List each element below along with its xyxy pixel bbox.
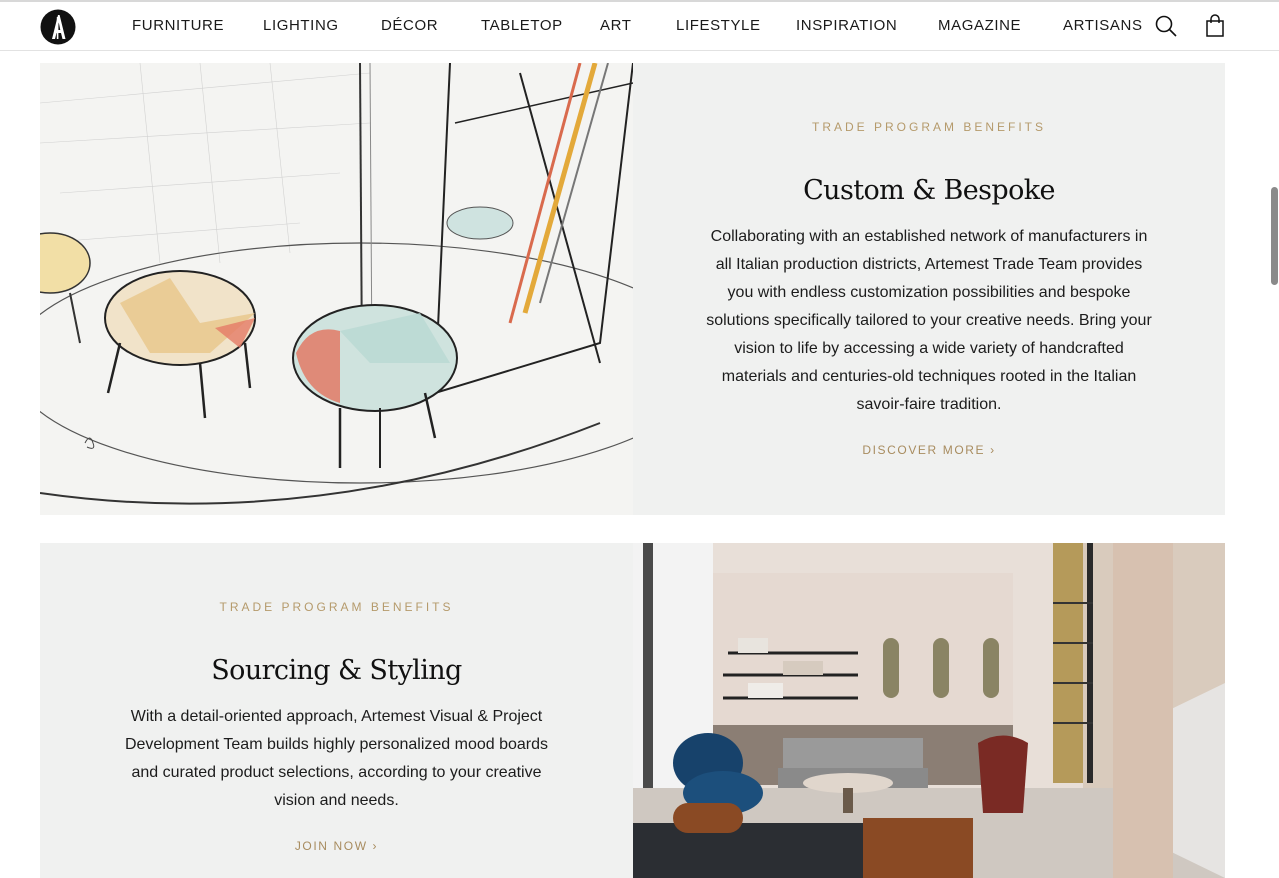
sketch-illustration [40,63,633,515]
shopping-bag-icon[interactable] [1204,14,1228,38]
nav-lighting[interactable]: LIGHTING [263,17,339,34]
nav-art[interactable]: ART [600,17,632,34]
section-eyebrow: TRADE PROGRAM BENEFITS [219,600,454,614]
nav-inspiration[interactable]: INSPIRATION [796,17,897,34]
site-header: FURNITURE LIGHTING DÉCOR TABLETOP ART LI… [0,0,1279,51]
nav-furniture[interactable]: FURNITURE [132,17,224,34]
discover-more-link[interactable]: DISCOVER MORE › [633,443,1225,457]
section-title: Custom & Bespoke [803,175,1055,206]
section-body: With a detail-oriented approach, Artemes… [124,708,549,809]
nav-lifestyle[interactable]: LIFESTYLE [676,17,761,34]
nav-decor[interactable]: DÉCOR [381,17,438,34]
section-eyebrow: TRADE PROGRAM BENEFITS [811,120,1047,134]
nav-tabletop[interactable]: TABLETOP [481,17,563,34]
sourcing-styling-panel: TRADE PROGRAM BENEFITS Sourcing & Stylin… [40,543,633,878]
join-now-link[interactable]: JOIN NOW › [40,839,633,853]
nav-artisans[interactable]: ARTISANS [1063,17,1143,34]
section-body: Collaborating with an established networ… [706,228,1152,413]
scrollbar-thumb[interactable] [1271,187,1278,285]
section-title: Sourcing & Styling [211,655,462,686]
search-icon[interactable] [1154,14,1178,38]
main-nav: FURNITURE LIGHTING DÉCOR TABLETOP ART LI… [0,2,1279,51]
custom-bespoke-panel: TRADE PROGRAM BENEFITS Custom & Bespoke … [633,63,1225,515]
page-scrollbar[interactable] [1267,51,1279,878]
interior-photo [633,543,1225,878]
nav-magazine[interactable]: MAGAZINE [938,17,1021,34]
